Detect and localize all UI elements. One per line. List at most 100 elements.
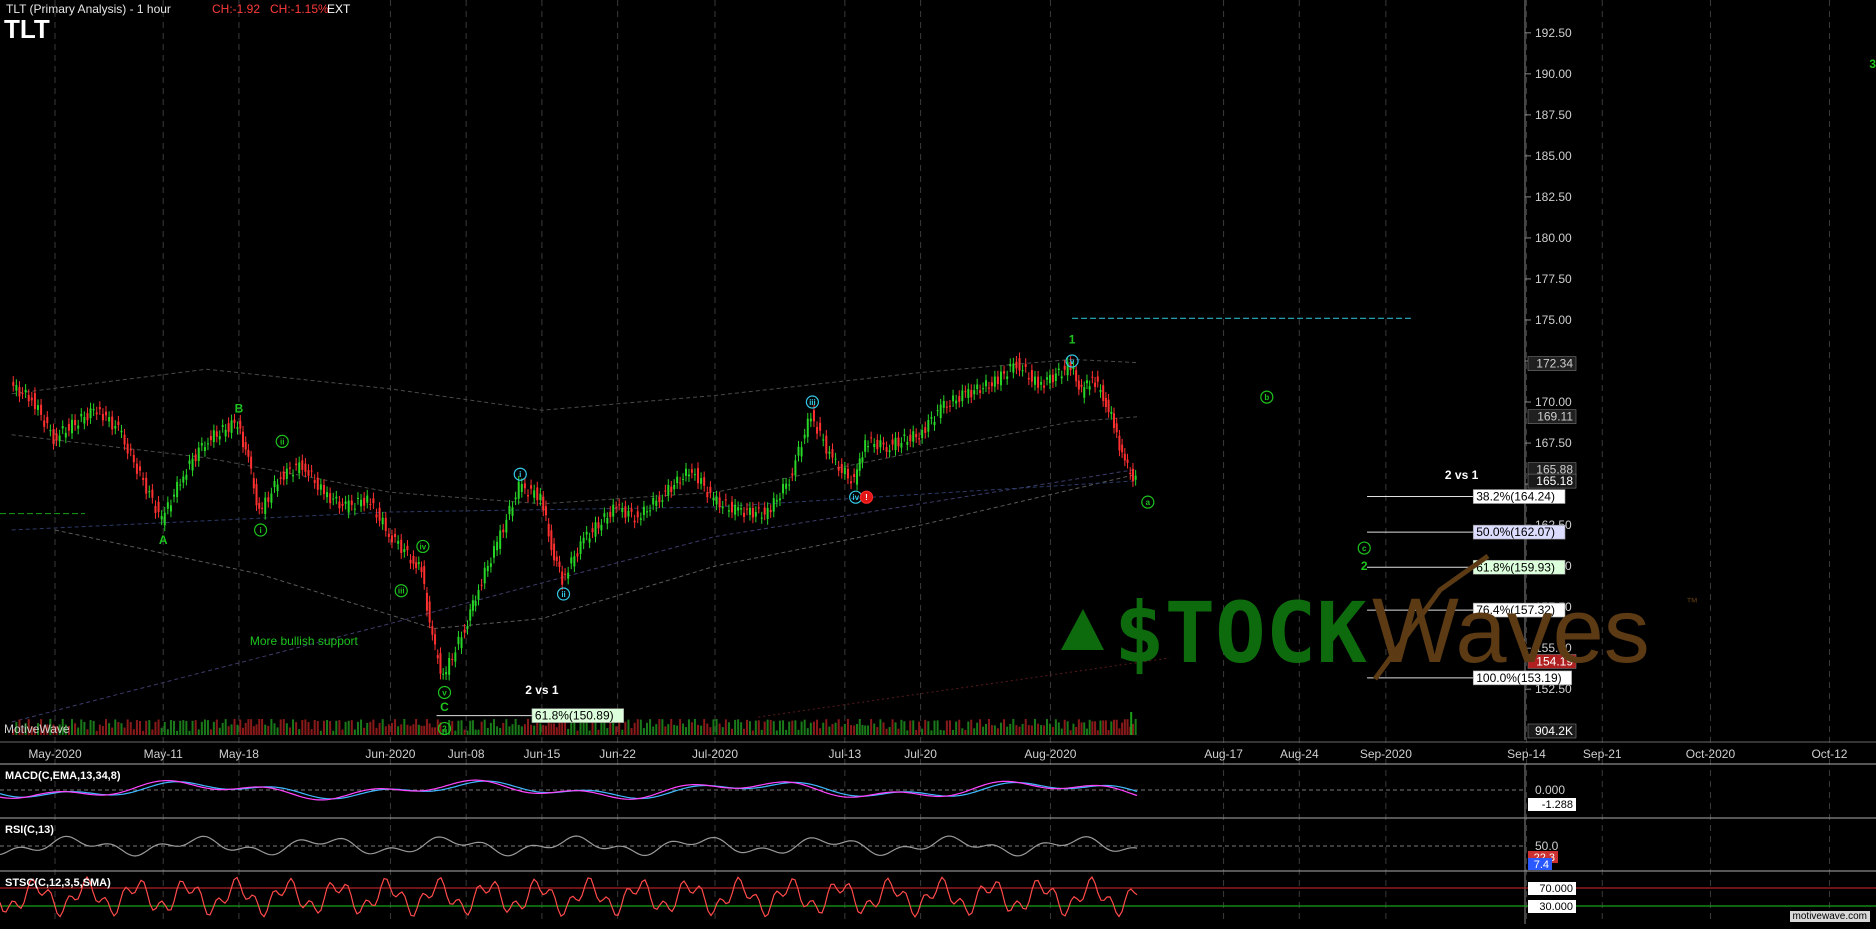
volume-bar: [828, 726, 831, 735]
volume-bar: [715, 719, 718, 735]
volume-bar: [270, 719, 273, 735]
price-bar: [958, 396, 961, 402]
price-bar: [276, 484, 279, 492]
volume-bar: [250, 719, 253, 735]
price-bar: [194, 454, 197, 462]
price-bar: [176, 481, 179, 498]
volume-bar: [1021, 723, 1024, 735]
price-bar: [606, 517, 609, 524]
volume-bar: [690, 722, 693, 735]
price-bar: [77, 425, 80, 429]
volume-bar: [1048, 723, 1051, 735]
volume-bar: [227, 726, 230, 735]
price-bar: [803, 434, 806, 439]
volume-bar: [664, 726, 667, 735]
volume-bar: [858, 719, 861, 735]
volume-bar: [1107, 730, 1110, 735]
price-bar: [1040, 381, 1043, 385]
volume-bar: [712, 719, 715, 735]
price-bar: [329, 493, 332, 504]
price-bar: [406, 545, 409, 551]
volume-bar: [1051, 726, 1054, 735]
volume-bar: [1009, 723, 1012, 735]
price-bar: [89, 408, 92, 419]
price-bar: [909, 434, 912, 442]
volume-bar: [606, 728, 609, 735]
footer-site[interactable]: motivewave.com: [1789, 911, 1870, 922]
volume-bar: [778, 720, 781, 735]
price-bar: [658, 496, 661, 503]
volume-bar: [1131, 723, 1134, 735]
price-bar: [316, 477, 319, 490]
price-bar: [394, 533, 397, 538]
price-bar: [270, 493, 273, 503]
x-tick-label: Jun-15: [524, 747, 561, 761]
price-bar: [652, 497, 655, 505]
price-chart[interactable]: May-2020 May-11 May-18 Jun-2020 Jun-08 Jun-15…: [0, 0, 1876, 924]
price-bar: [126, 443, 129, 454]
price-bar: [363, 497, 366, 506]
price-bar: [1107, 399, 1110, 413]
y-tick-label: 180.00: [1535, 231, 1572, 245]
volume-bar: [92, 720, 95, 735]
price-bar: [1088, 386, 1091, 390]
price-bar: [454, 652, 457, 662]
price-bar: [200, 443, 203, 446]
price-bar: [105, 411, 108, 416]
price-bar: [809, 418, 812, 422]
volume-bar: [185, 720, 188, 735]
volume-bar: [1072, 723, 1075, 735]
volume-bar: [132, 729, 135, 735]
volume-bar: [394, 719, 397, 735]
volume-bar: [526, 719, 529, 735]
fib-level-label: 38.2%(164.24): [1476, 490, 1555, 504]
price-bar: [1126, 459, 1129, 463]
price-bar: [499, 530, 502, 549]
wave-label: a: [1146, 498, 1151, 507]
volume-bar: [1077, 719, 1080, 735]
price-bar: [639, 518, 642, 520]
volume-bar: [111, 727, 114, 735]
price-bar: [514, 497, 517, 500]
price-bar: [676, 476, 679, 484]
wave-label: iii: [398, 587, 405, 596]
volume-bar: [95, 730, 98, 735]
price-bar: [1051, 374, 1054, 383]
price-bar: [397, 540, 400, 544]
price-bar: [627, 510, 630, 517]
volume-bar: [233, 719, 236, 735]
price-bar: [261, 507, 264, 509]
stockwaves-logo-tm: ™: [1686, 595, 1698, 609]
wave-label: iv: [420, 542, 427, 551]
price-bar: [322, 485, 325, 495]
price-bar: [667, 484, 670, 496]
price-bar: [448, 657, 451, 675]
price-bar: [523, 483, 526, 489]
price-bar: [483, 567, 486, 584]
price-bar: [1113, 413, 1116, 428]
price-bar: [724, 499, 727, 501]
volume-bar: [460, 720, 463, 735]
price-bar: [1083, 387, 1086, 398]
volume-bar: [194, 720, 197, 735]
price-bar: [209, 435, 212, 441]
volume-bar: [163, 721, 166, 735]
price-bar: [307, 470, 310, 476]
volume-bar: [316, 721, 319, 735]
volume-bar: [870, 719, 873, 735]
price-bar: [185, 474, 188, 480]
price-bar: [888, 450, 891, 452]
volume-bar: [1066, 721, 1069, 735]
price-bar: [21, 392, 24, 394]
price-bar: [727, 510, 730, 512]
wave-label: 3: [1869, 57, 1876, 71]
price-bar: [347, 500, 350, 513]
price-bar: [114, 425, 117, 429]
change-percent: CH:-1.15%: [270, 2, 329, 16]
chart-area[interactable]: May-2020 May-11 May-18 Jun-2020 Jun-08 Jun-15…: [0, 0, 1876, 924]
volume-bar: [921, 728, 924, 735]
price-bar: [718, 497, 721, 508]
volume-bar: [492, 719, 495, 735]
price-bar: [703, 477, 706, 486]
price-bar: [985, 380, 988, 387]
